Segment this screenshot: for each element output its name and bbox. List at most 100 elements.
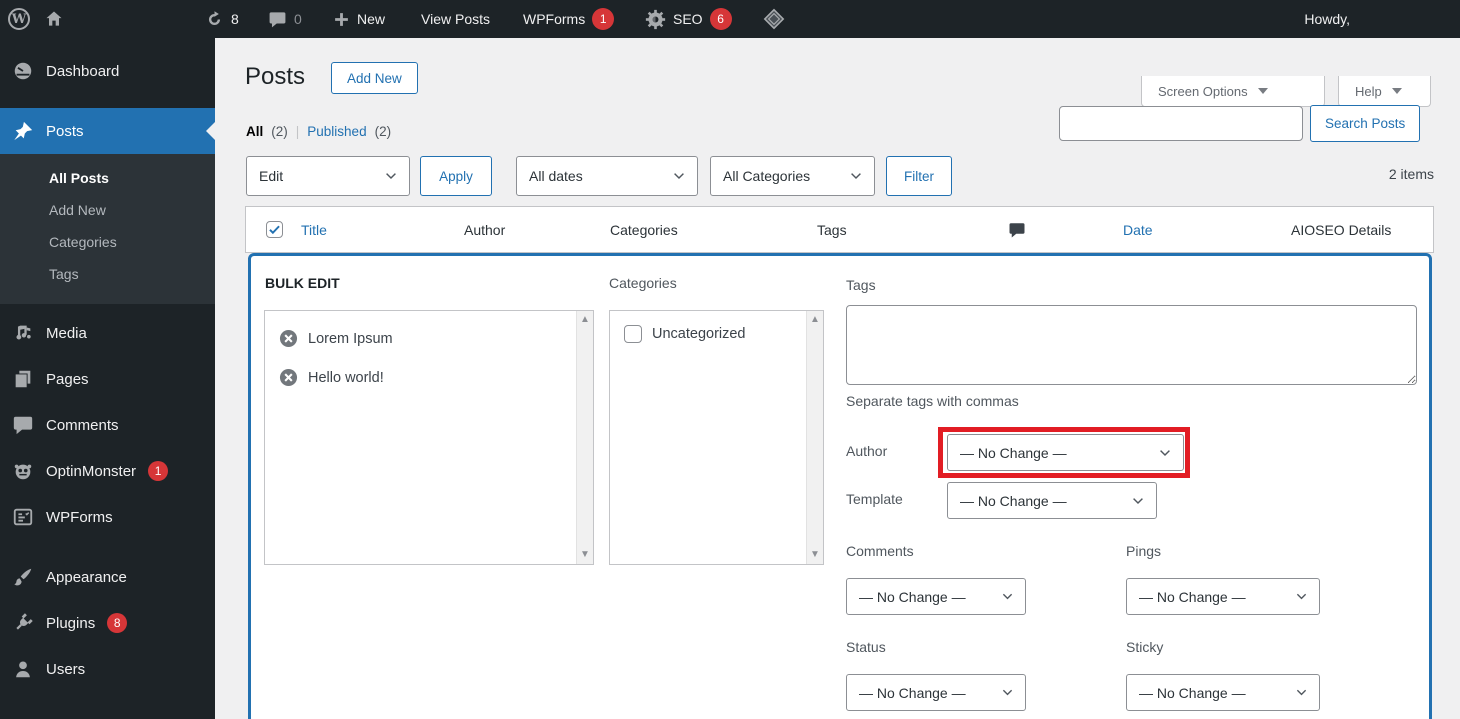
- new-content-menu[interactable]: New: [333, 0, 385, 38]
- gear-icon: [645, 9, 666, 29]
- list-item-post: Lorem Ipsum: [265, 319, 593, 358]
- main-content: Screen Options Help Posts Add New Search…: [215, 38, 1460, 719]
- sidebar-item-dashboard[interactable]: Dashboard: [0, 48, 215, 94]
- post-title: Lorem Ipsum: [308, 330, 393, 347]
- view-published-count: (2): [374, 124, 392, 139]
- remove-icon[interactable]: [279, 329, 298, 348]
- chevron-down-icon: [1296, 593, 1307, 600]
- site-home-link[interactable]: [44, 0, 64, 38]
- tags-textarea[interactable]: [846, 305, 1417, 385]
- chevron-down-icon: [674, 173, 684, 180]
- column-author: Author: [464, 221, 506, 238]
- sidebar-item-posts[interactable]: Posts: [0, 108, 215, 154]
- comment-icon: [1009, 222, 1025, 237]
- search-posts-button[interactable]: Search Posts: [1310, 105, 1421, 142]
- sidebar-item-comments[interactable]: Comments: [0, 402, 215, 448]
- apply-button[interactable]: Apply: [420, 156, 492, 196]
- column-tags: Tags: [817, 221, 847, 238]
- help-tab[interactable]: Help: [1338, 76, 1431, 107]
- bulk-action-select[interactable]: Edit: [246, 156, 410, 196]
- sidebar-item-pages[interactable]: Pages: [0, 356, 215, 402]
- sticky-select[interactable]: — No Change —: [1126, 674, 1320, 711]
- search-input[interactable]: [1059, 106, 1303, 141]
- chevron-down-icon: [1391, 88, 1402, 94]
- updates-count: 8: [231, 11, 239, 27]
- scroll-down-icon[interactable]: ▼: [810, 550, 820, 560]
- scroll-down-icon[interactable]: ▼: [580, 550, 590, 560]
- sidebar-subitem-categories[interactable]: Categories: [0, 226, 215, 258]
- admin-bar: W 8 0 New View Posts WPForms 1 SEO 6 How…: [0, 0, 1460, 38]
- chevron-down-icon: [851, 173, 861, 180]
- dates-filter-select[interactable]: All dates: [516, 156, 698, 196]
- comments-count: 0: [294, 11, 302, 27]
- sticky-label: Sticky: [1126, 639, 1164, 655]
- scrollbar[interactable]: ▲ ▼: [576, 311, 593, 564]
- sidebar-item-users[interactable]: Users: [0, 646, 215, 692]
- wordpress-menu[interactable]: W: [8, 0, 30, 38]
- chevron-down-icon: [386, 173, 396, 180]
- view-published-link[interactable]: Published: [307, 124, 366, 139]
- filter-button[interactable]: Filter: [886, 156, 952, 196]
- wpforms-adminbar-menu[interactable]: WPForms 1: [523, 0, 615, 38]
- howdy-account-menu[interactable]: Howdy,: [1304, 0, 1350, 38]
- add-new-button[interactable]: Add New: [331, 62, 418, 94]
- scrollbar[interactable]: ▲ ▼: [806, 311, 823, 564]
- updates-icon: [208, 10, 221, 25]
- sidebar-item-wpforms[interactable]: WPForms: [0, 494, 215, 540]
- comments-select[interactable]: — No Change —: [846, 578, 1026, 615]
- pages-icon: [15, 370, 31, 388]
- chevron-down-icon: [1296, 689, 1307, 696]
- column-date[interactable]: Date: [1123, 207, 1153, 252]
- seo-adminbar-menu[interactable]: SEO 6: [645, 0, 732, 38]
- author-select[interactable]: — No Change —: [947, 434, 1184, 471]
- scroll-up-icon[interactable]: ▲: [580, 315, 590, 325]
- comments-label: Comments: [846, 543, 914, 559]
- view-all-link[interactable]: All: [246, 124, 263, 139]
- media-icon: [16, 325, 31, 340]
- sidebar-subitem-all-posts[interactable]: All Posts: [0, 162, 215, 194]
- pings-select[interactable]: — No Change —: [1126, 578, 1320, 615]
- column-title[interactable]: Title: [301, 207, 327, 252]
- sidebar-subitem-add-new[interactable]: Add New: [0, 194, 215, 226]
- admin-sidebar: Dashboard Posts All Posts Add New Catego…: [0, 38, 215, 719]
- sidebar-item-appearance[interactable]: Appearance: [0, 554, 215, 600]
- list-item-category: Uncategorized: [610, 311, 823, 353]
- theme-adminbar-menu[interactable]: [762, 0, 786, 38]
- appearance-icon: [14, 568, 32, 586]
- comments-link[interactable]: 0: [268, 0, 302, 38]
- bulk-edit-posts-list: Lorem Ipsum Hello world! ▲ ▼: [264, 310, 594, 565]
- screen-options-tab[interactable]: Screen Options: [1141, 76, 1325, 107]
- sidebar-subitem-tags[interactable]: Tags: [0, 258, 215, 290]
- bulk-edit-categories-list: Uncategorized ▲ ▼: [609, 310, 824, 565]
- sidebar-item-optinmonster[interactable]: OptinMonster 1: [0, 448, 215, 494]
- categories-label: Categories: [609, 275, 677, 291]
- view-all-count: (2): [271, 124, 288, 139]
- sidebar-item-plugins[interactable]: Plugins 8: [0, 600, 215, 646]
- chevron-down-icon: [1002, 593, 1013, 600]
- posts-table-header: Title Author Categories Tags Date AIOSEO…: [245, 206, 1434, 253]
- post-title: Hello world!: [308, 369, 384, 386]
- plugins-icon: [16, 613, 33, 630]
- dashboard-icon: [14, 62, 32, 80]
- view-filters: All (2) | Published (2): [246, 124, 392, 139]
- select-all-checkbox[interactable]: [266, 207, 283, 252]
- sidebar-item-media[interactable]: Media: [0, 310, 215, 356]
- chevron-down-icon: [1002, 689, 1013, 696]
- pushpin-icon: [14, 121, 33, 141]
- categories-filter-select[interactable]: All Categories: [710, 156, 875, 196]
- category-checkbox[interactable]: [624, 325, 642, 343]
- updates-link[interactable]: 8: [205, 0, 239, 38]
- comments-bubble-icon: [269, 11, 286, 27]
- status-select[interactable]: — No Change —: [846, 674, 1026, 711]
- scroll-up-icon[interactable]: ▲: [810, 315, 820, 325]
- optinmonster-badge: 1: [148, 461, 169, 481]
- chevron-down-icon: [1257, 88, 1268, 94]
- template-select[interactable]: — No Change —: [947, 482, 1157, 519]
- items-count: 2 items: [1388, 166, 1434, 182]
- new-label: New: [357, 11, 386, 27]
- remove-icon[interactable]: [279, 368, 298, 387]
- bulk-edit-title: BULK EDIT: [265, 275, 340, 291]
- view-posts-link[interactable]: View Posts: [421, 0, 490, 38]
- page-title: Posts: [245, 63, 306, 90]
- posts-submenu: All Posts Add New Categories Tags: [0, 154, 215, 304]
